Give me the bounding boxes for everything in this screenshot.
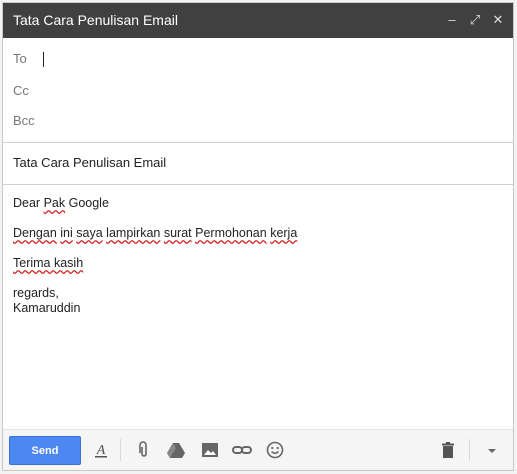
photo-icon[interactable] — [199, 439, 221, 461]
link-icon[interactable] — [231, 439, 253, 461]
close-icon[interactable]: ✕ — [490, 12, 506, 28]
greeting-misspelled-word[interactable]: Pak — [44, 196, 66, 210]
body-line-2: Dengan ini saya lampirkan surat Permohon… — [13, 226, 297, 241]
toolbar-divider — [120, 439, 121, 461]
compose-title: Tata Cara Penulisan Email — [13, 12, 178, 28]
body-signoff-1: regards, — [13, 286, 59, 300]
attach-icon[interactable] — [132, 439, 154, 461]
misspelled-word[interactable]: Dengan — [13, 226, 57, 240]
misspelled-word[interactable]: saya — [76, 226, 102, 240]
thanks-misspelled-text[interactable]: Terima kasih — [13, 256, 83, 270]
minimize-icon[interactable]: – — [444, 12, 460, 28]
to-label[interactable]: To — [13, 51, 27, 66]
formatting-icon[interactable]: A — [90, 439, 112, 461]
text-caret — [43, 52, 44, 67]
cc-label[interactable]: Cc — [13, 83, 29, 98]
expand-icon[interactable]: ⤢ — [467, 12, 483, 28]
subject-divider — [3, 184, 513, 185]
body-signoff-2: Kamaruddin — [13, 301, 81, 315]
greeting-text: Dear — [13, 196, 44, 210]
bcc-label[interactable]: Bcc — [13, 113, 35, 128]
subject-field[interactable]: Tata Cara Penulisan Email — [13, 155, 166, 170]
drive-icon[interactable] — [165, 439, 187, 461]
toolbar-divider — [469, 439, 470, 461]
misspelled-word[interactable]: Permohonan — [195, 226, 267, 240]
misspelled-word[interactable]: surat — [164, 226, 192, 240]
more-options-icon[interactable] — [481, 439, 503, 461]
recipients-divider — [3, 142, 513, 143]
send-button[interactable]: Send — [9, 436, 81, 465]
trash-icon[interactable] — [437, 439, 459, 461]
body-thanks: Terima kasih — [13, 256, 83, 271]
misspelled-word[interactable]: ini — [60, 226, 73, 240]
compose-titlebar[interactable]: Tata Cara Penulisan Email – ⤢ ✕ — [3, 3, 513, 38]
body-greeting: Dear Pak Google — [13, 196, 109, 211]
misspelled-word[interactable]: lampirkan — [106, 226, 160, 240]
compose-window: Tata Cara Penulisan Email – ⤢ ✕ To Cc Bc… — [2, 2, 514, 471]
compose-toolbar: Send A — [3, 429, 513, 470]
greeting-suffix: Google — [65, 196, 109, 210]
misspelled-word[interactable]: kerja — [270, 226, 297, 240]
svg-text:A: A — [96, 443, 106, 458]
emoji-icon[interactable] — [264, 439, 286, 461]
